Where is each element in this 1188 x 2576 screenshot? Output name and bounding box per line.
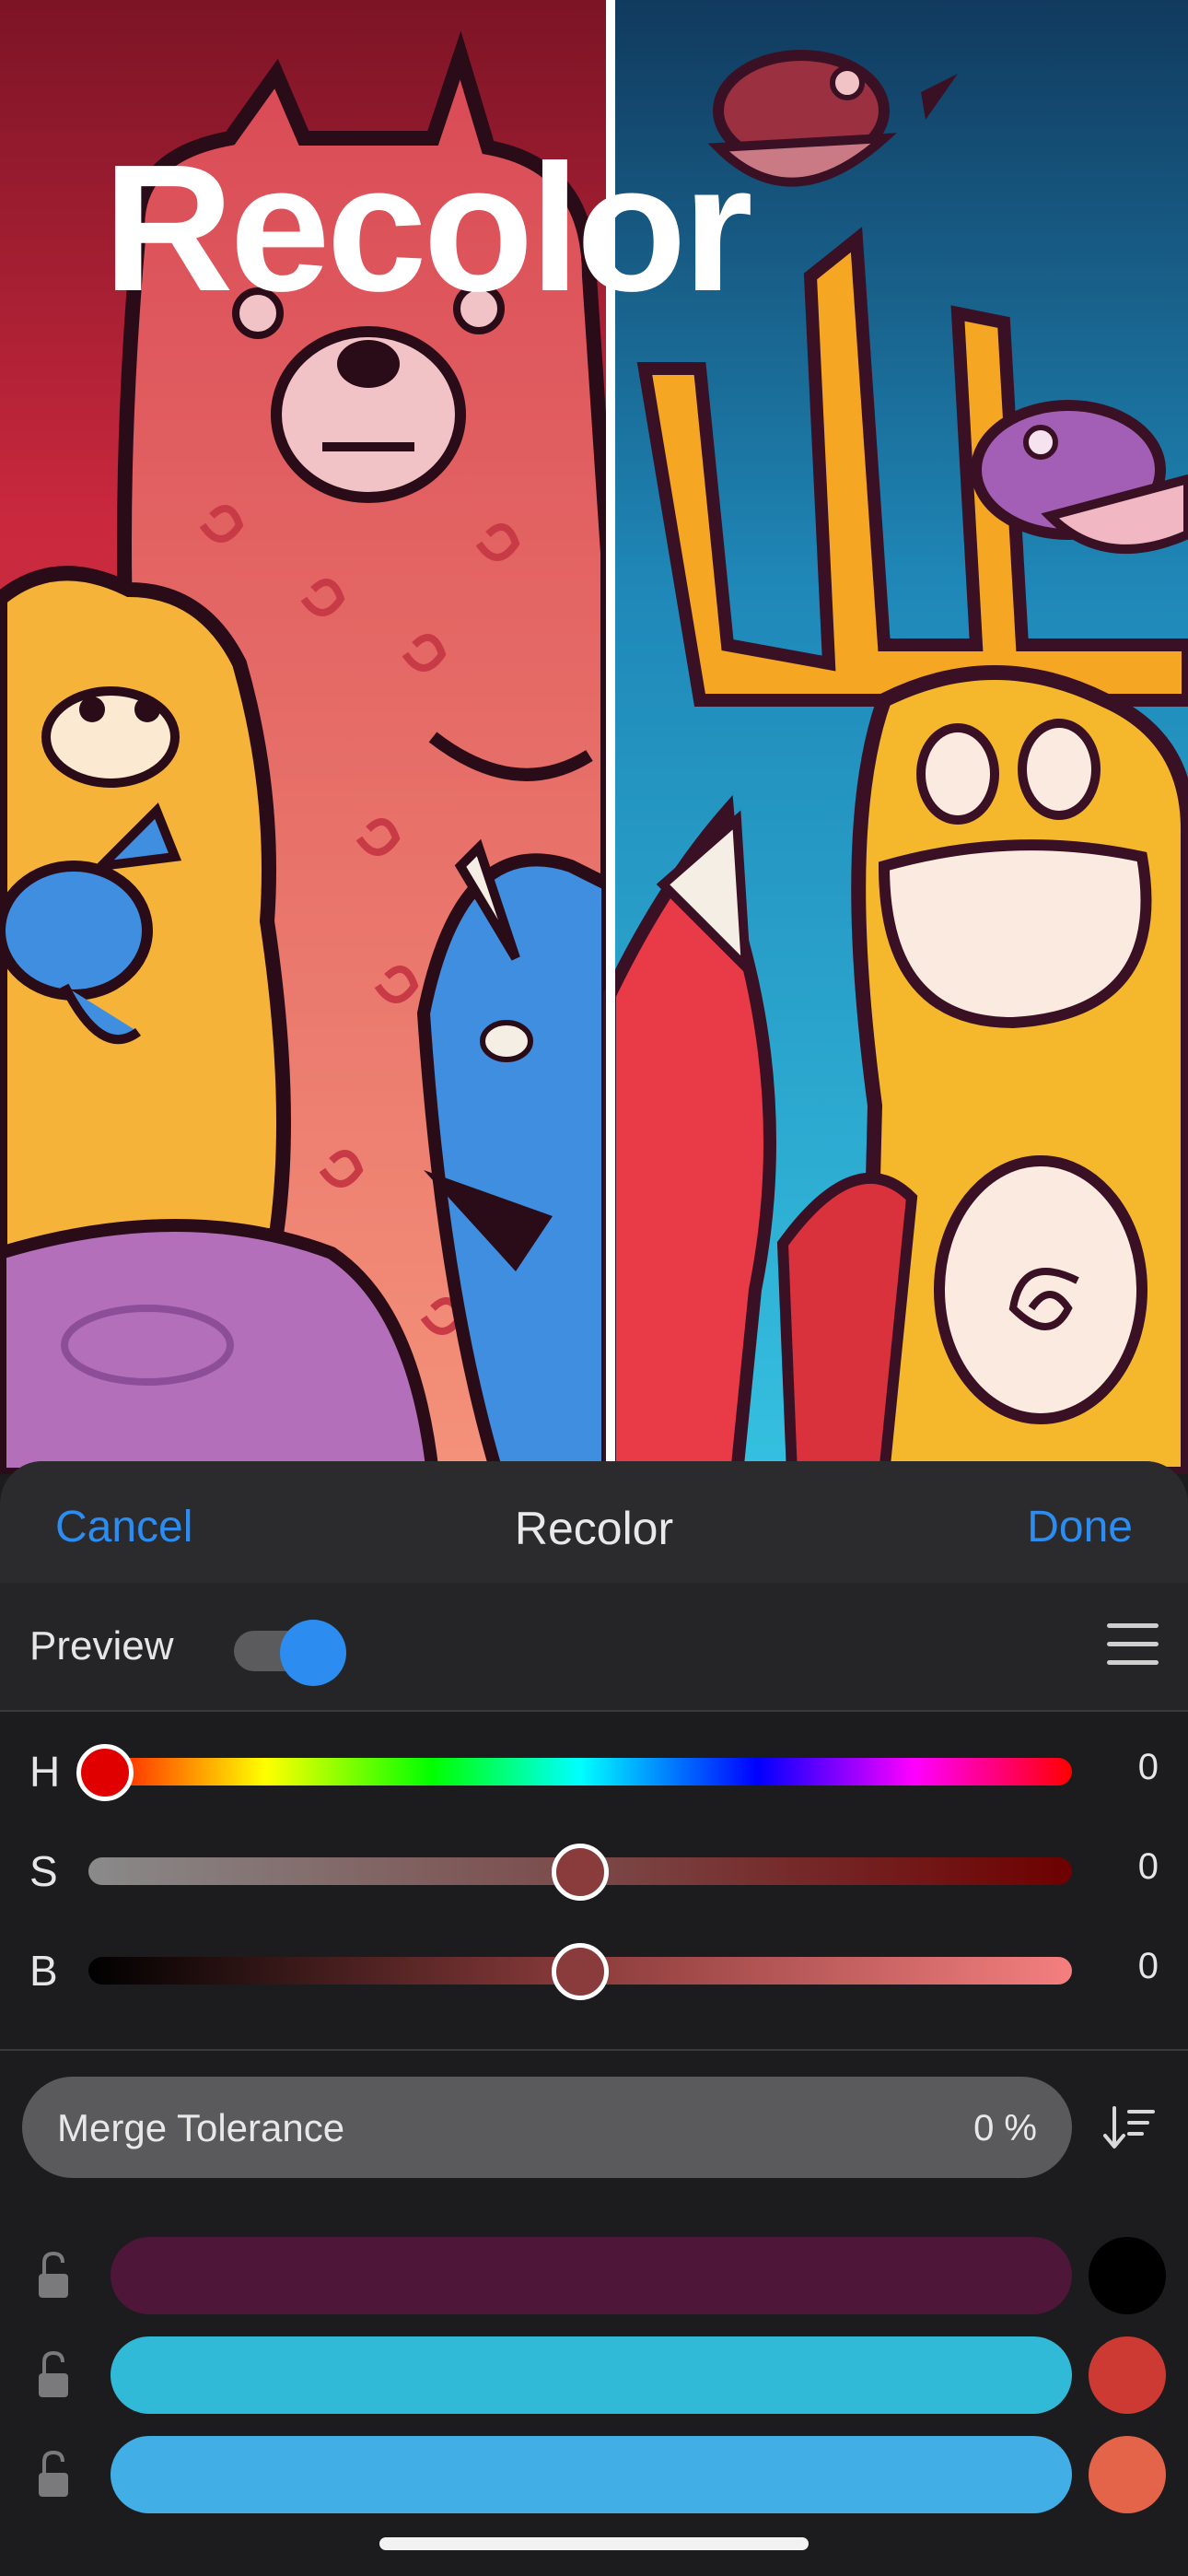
recolor-panel: Cancel Recolor Done Preview H 0 S 0 B 0	[0, 1461, 1188, 2576]
sort-descending-icon[interactable]	[1101, 2101, 1157, 2156]
hue-slider-track[interactable]	[88, 1758, 1072, 1786]
panel-title: Recolor	[514, 1503, 674, 1554]
color-swatch-bar[interactable]	[111, 2336, 1072, 2414]
hue-slider-thumb[interactable]	[76, 1744, 134, 1801]
hamburger-menu-icon[interactable]	[1107, 1623, 1159, 1666]
preview-row: Preview	[0, 1583, 1188, 1712]
merge-tolerance-value: 0 %	[973, 2108, 1037, 2149]
artwork-headline: Recolor	[103, 127, 753, 329]
replacement-color-dot[interactable]	[1089, 2336, 1166, 2414]
preview-label: Preview	[29, 1623, 174, 1669]
saturation-label: S	[29, 1847, 58, 1895]
color-swatch-row	[0, 2436, 1188, 2513]
hue-slider-row: H 0	[0, 1725, 1188, 1817]
divider	[0, 1710, 1188, 1712]
done-button[interactable]: Done	[1027, 1502, 1133, 1552]
home-indicator	[379, 2537, 809, 2550]
panel-navbar: Cancel Recolor Done	[0, 1461, 1188, 1583]
merge-tolerance-slider[interactable]: Merge Tolerance 0 %	[22, 2077, 1072, 2178]
lock-open-icon[interactable]	[35, 2250, 72, 2301]
replacement-color-dot[interactable]	[1089, 2237, 1166, 2314]
toggle-knob	[280, 1620, 346, 1686]
divider	[0, 2049, 1188, 2051]
merge-tolerance-label: Merge Tolerance	[57, 2106, 345, 2149]
brightness-slider-row: B 0	[0, 1924, 1188, 2016]
hue-label: H	[29, 1748, 61, 1796]
lock-open-icon[interactable]	[35, 2449, 72, 2500]
brightness-slider-thumb[interactable]	[552, 1943, 609, 2000]
color-swatch-row	[0, 2336, 1188, 2414]
color-swatch-bar[interactable]	[111, 2436, 1072, 2513]
saturation-slider-row: S 0	[0, 1824, 1188, 1916]
preview-toggle[interactable]	[234, 1620, 348, 1686]
brightness-value: 0	[1137, 1946, 1159, 1986]
hue-value: 0	[1137, 1747, 1159, 1787]
saturation-value: 0	[1137, 1846, 1159, 1887]
lock-open-icon[interactable]	[35, 2349, 72, 2401]
color-swatch-row	[0, 2237, 1188, 2314]
color-swatch-bar[interactable]	[111, 2237, 1072, 2314]
saturation-slider-thumb[interactable]	[552, 1844, 609, 1901]
replacement-color-dot[interactable]	[1089, 2436, 1166, 2513]
artwork-preview: Recolor	[0, 0, 1188, 1474]
brightness-label: B	[29, 1947, 58, 1995]
